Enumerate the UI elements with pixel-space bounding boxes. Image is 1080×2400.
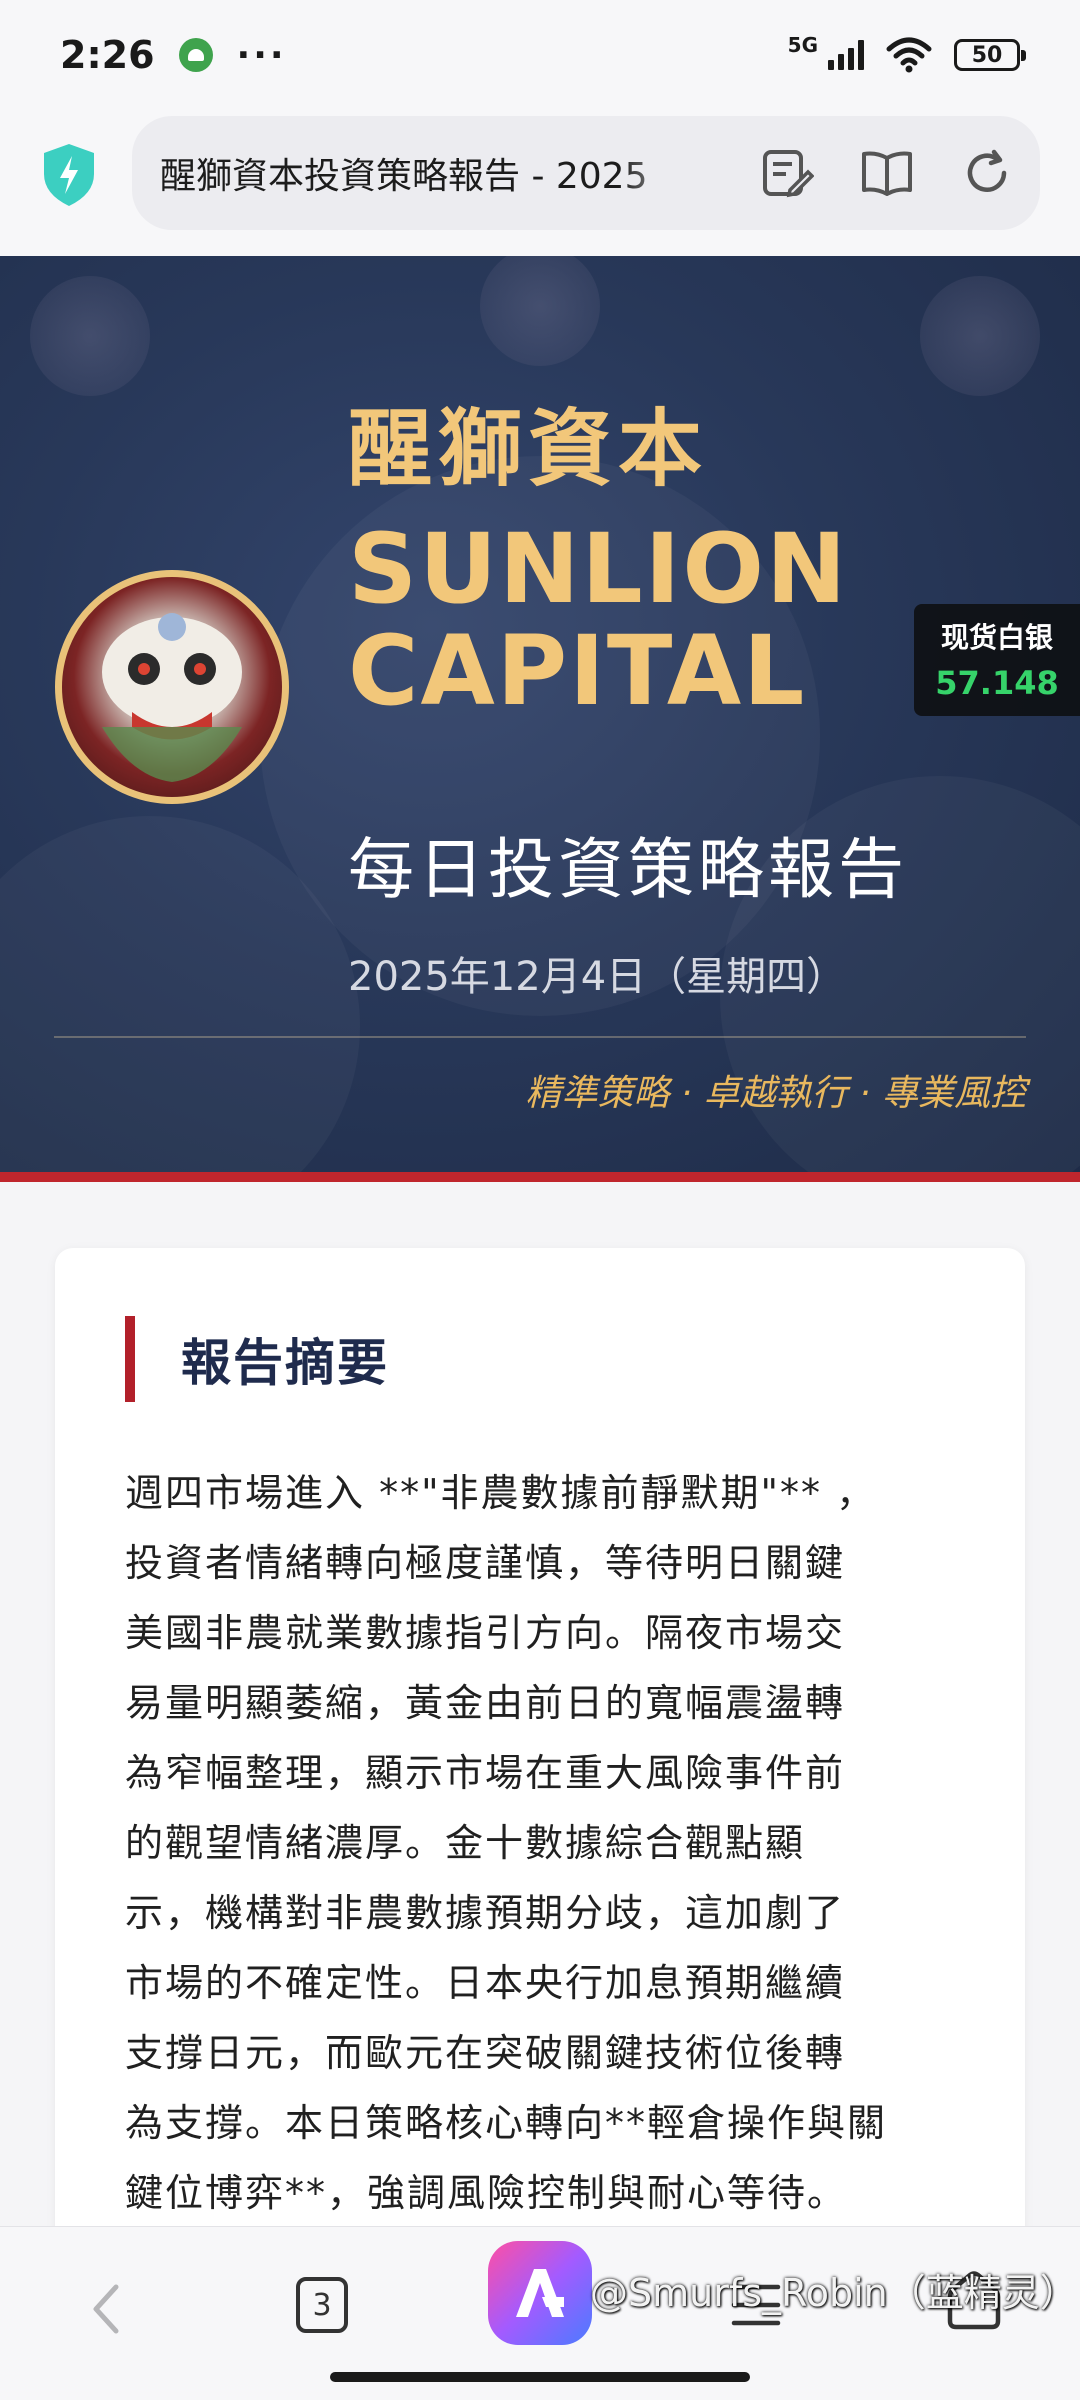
summary-line: 美國非農就業數據指引方向。隔夜市場交 (125, 1611, 846, 1655)
more-notifications-icon: ··· (236, 34, 287, 76)
page-title-url[interactable]: 醒獅資本投資策略報告 - 2025 (160, 147, 700, 199)
battery-level: 50 (971, 42, 1003, 68)
battery-icon: 50 (954, 39, 1026, 71)
summary-text: 週四市場進入 **"非農數據前靜默期"** ， 投資者情緒轉向極度謹慎，等待明日… (125, 1458, 1025, 2228)
divider (54, 1036, 1026, 1038)
sunlion-logo (55, 570, 289, 804)
summary-line: 示，機構對非農數據預期分歧，這加劇了 (125, 1891, 846, 1935)
heading-accent-bar (125, 1316, 135, 1402)
summary-card: 報告摘要 週四市場進入 **"非農數據前靜默期"** ， 投資者情緒轉向極度謹慎… (55, 1248, 1025, 2248)
summary-line: 的觀望情緒濃厚。金十數據綜合觀點顯 (125, 1821, 806, 1865)
home-indicator[interactable] (330, 2372, 750, 2382)
brand-name-line-2: CAPITAL (348, 615, 807, 727)
report-banner: 醒獅資本 SUNLION CAPITAL 每日投資策略報告 2025年12月4日… (0, 256, 1080, 1182)
back-icon[interactable] (86, 2279, 126, 2339)
summary-line: 鍵位博弈**，強調風險控制與耐心等待。 (125, 2171, 848, 2215)
report-subtitle: 每日投資策略報告 (348, 831, 908, 908)
summary-line: 週四市場進入 **"非農數據前靜默期"** ， (125, 1471, 877, 1515)
accent-line (0, 1172, 1080, 1182)
address-bar[interactable]: 醒獅資本投資策略報告 - 2025 (132, 116, 1040, 230)
summary-heading: 報告摘要 (181, 1334, 389, 1392)
summary-line: 為窄幅整理，顯示市場在重大風險事件前 (125, 1751, 846, 1795)
brand-name-english: SUNLION CAPITAL (348, 518, 848, 722)
ai-assistant-icon[interactable] (484, 2237, 596, 2349)
android-icon (178, 38, 213, 72)
reader-mode-icon[interactable] (860, 146, 914, 200)
security-shield-icon[interactable] (40, 142, 98, 208)
ticker-value: 57.148 (935, 664, 1059, 702)
summary-line: 市場的不確定性。日本央行加息預期繼續 (125, 1961, 846, 2005)
ticker-label: 现货白银 (940, 621, 1053, 654)
report-date: 2025年12月4日（星期四） (348, 954, 847, 1000)
summary-line: 支撐日元，而歐元在突破關鍵技術位後轉 (125, 2031, 846, 2075)
network-type: 5G (787, 33, 818, 57)
watermark: @Smurfs_Robin（蓝精灵） (590, 2271, 1078, 2315)
status-time: 2:26 (60, 33, 155, 77)
summary-line: 投資者情緒轉向極度謹慎，等待明日關鍵 (125, 1541, 846, 1585)
summary-line: 易量明顯萎縮，黃金由前日的寬幅震盪轉 (125, 1681, 846, 1725)
summary-header: 報告摘要 (125, 1316, 389, 1402)
brand-name-line-1: SUNLION (348, 513, 849, 625)
tabs-button[interactable]: 3 (296, 2277, 348, 2333)
tab-count: 3 (312, 2287, 332, 2323)
lantern-decoration (920, 276, 1040, 396)
tagline: 精準策略 · 卓越執行 · 專業風控 (525, 1073, 1026, 1114)
lantern-decoration (30, 276, 150, 396)
status-bar: 2:26 ··· 5G 50 (0, 0, 1080, 110)
lantern-decoration (480, 256, 600, 366)
browser-toolbar: 醒獅資本投資策略報告 - 2025 (0, 110, 1080, 256)
edit-note-icon[interactable] (760, 146, 814, 200)
wifi-icon (886, 37, 932, 73)
signal-icon (828, 40, 864, 70)
summary-line: 為支撐。本日策略核心轉向**輕倉操作與關 (125, 2101, 888, 2145)
refresh-icon[interactable] (960, 146, 1014, 200)
silver-price-widget[interactable]: 现货白银 57.148 (914, 604, 1080, 716)
brand-name-chinese: 醒獅資本 (348, 400, 709, 498)
